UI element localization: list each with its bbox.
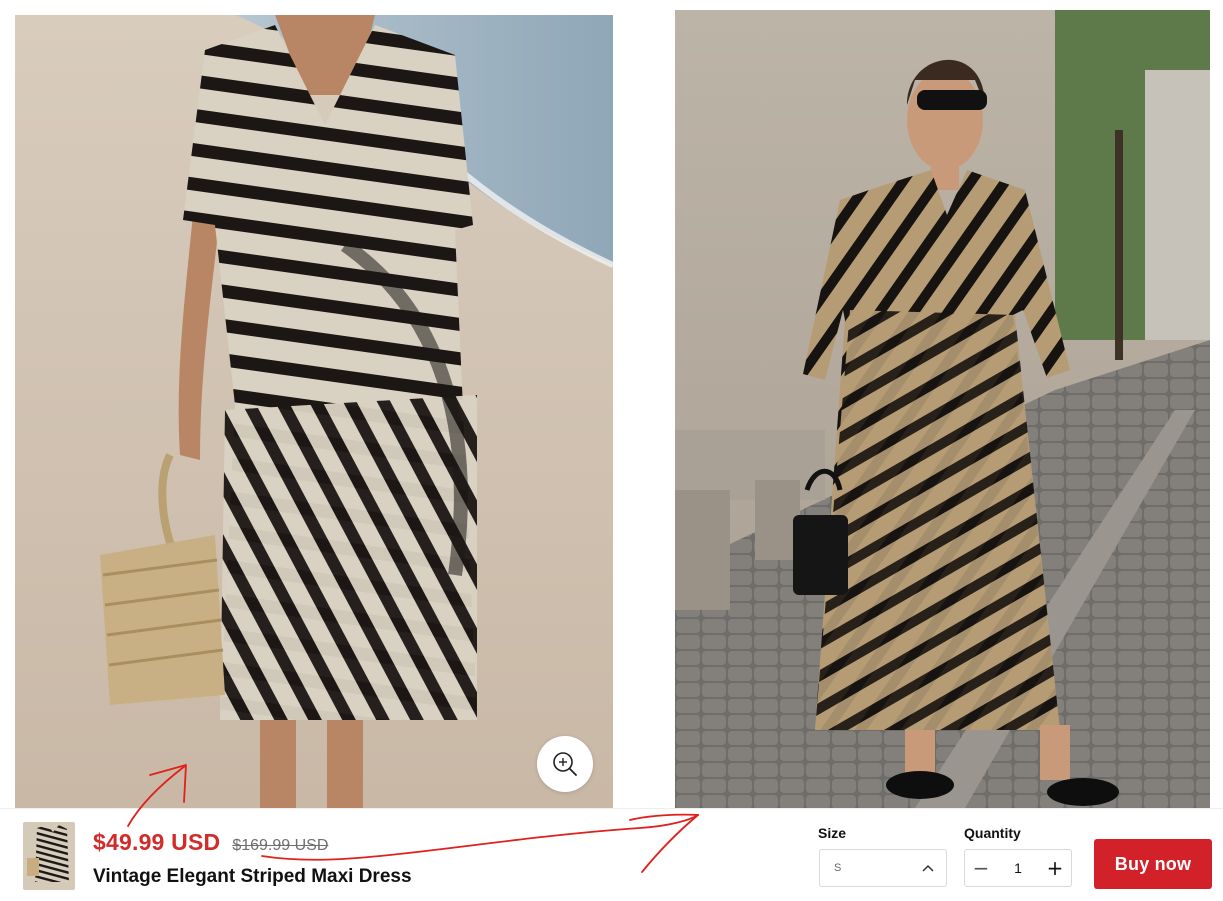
sale-price: $49.99 USD <box>93 829 221 855</box>
buy-now-button[interactable]: Buy now <box>1094 839 1212 889</box>
quantity-decrease-button[interactable]: − <box>965 850 997 886</box>
size-select-value: S <box>834 862 842 874</box>
size-label: Size <box>818 825 847 841</box>
sticky-buy-bar: $49.99 USD $169.99 USD Vintage Elegant S… <box>0 808 1223 901</box>
quantity-value[interactable]: 1 <box>1014 860 1022 876</box>
product-thumbnail[interactable] <box>23 822 75 890</box>
zoom-button[interactable] <box>537 736 593 792</box>
product-page: $49.99 USD $169.99 USD Vintage Elegant S… <box>0 0 1223 901</box>
quantity-increase-button[interactable]: + <box>1039 850 1071 886</box>
thumbnail-photo <box>23 822 75 890</box>
zoom-in-icon <box>553 752 577 776</box>
price-row: $49.99 USD $169.99 USD <box>93 829 328 856</box>
beach-photo <box>15 15 613 808</box>
street-photo <box>675 10 1210 808</box>
quantity-stepper: − 1 + <box>964 849 1072 887</box>
product-image-street[interactable] <box>675 10 1210 808</box>
size-select[interactable]: S <box>819 849 947 887</box>
compare-at-price: $169.99 USD <box>232 837 329 854</box>
product-title: Vintage Elegant Striped Maxi Dress <box>93 866 412 887</box>
quantity-label: Quantity <box>964 825 1021 841</box>
chevron-up-icon <box>922 864 934 872</box>
product-image-beach[interactable] <box>15 15 613 808</box>
